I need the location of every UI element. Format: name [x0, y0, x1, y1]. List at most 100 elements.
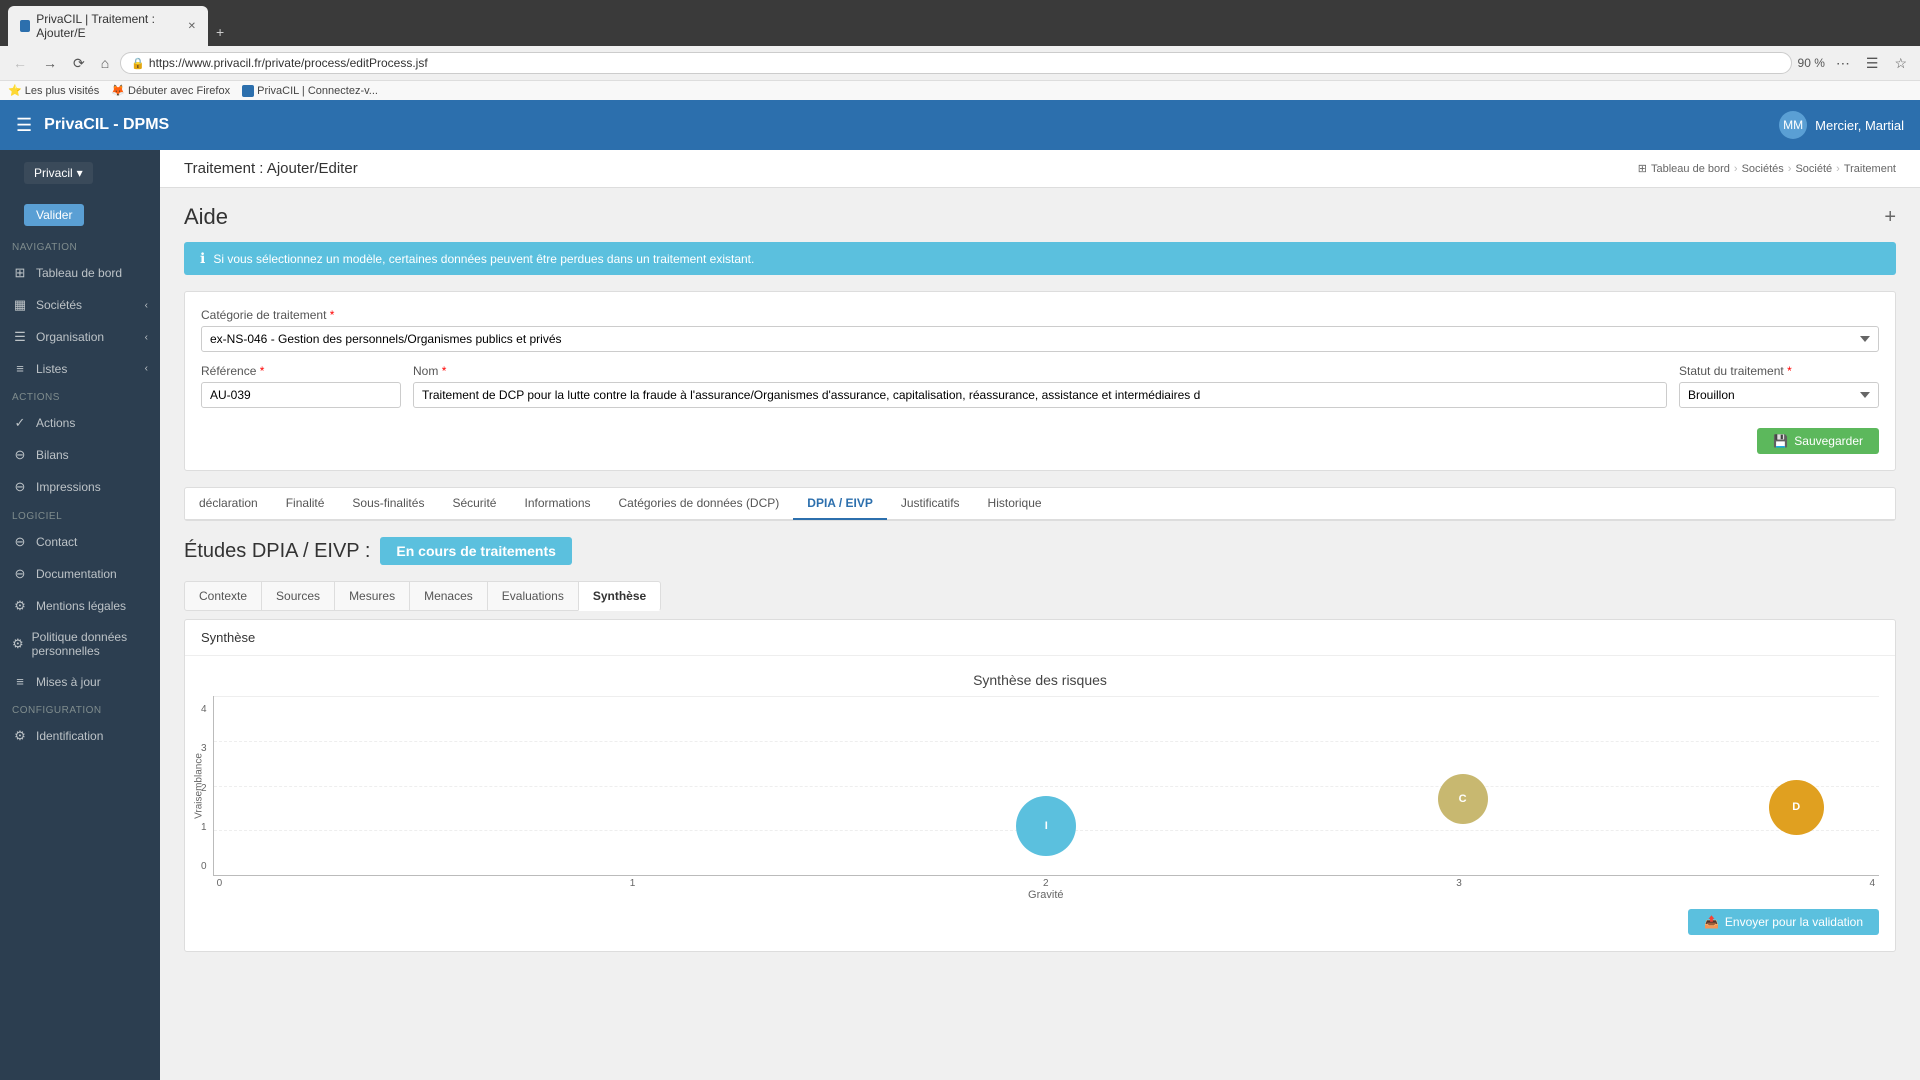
bookmark-firefox[interactable]: 🦊 Débuter avec Firefox	[111, 84, 230, 97]
x-label-1: 1	[630, 878, 636, 889]
reference-col: Référence *	[201, 364, 401, 420]
bookmark-visited[interactable]: ⭐ Les plus visités	[8, 84, 99, 97]
nom-input[interactable]	[413, 382, 1667, 408]
sidebar-item-societes[interactable]: ▦ Sociétés ‹	[0, 289, 160, 321]
save-button[interactable]: 💾 Sauvegarder	[1757, 428, 1879, 454]
send-icon: 📤	[1704, 915, 1719, 929]
sidebar-item-identification[interactable]: ⚙ Identification	[0, 720, 160, 752]
sidebar-item-politique[interactable]: ⚙ Politique données personnelles	[0, 622, 160, 666]
menu-button[interactable]: ⋯	[1831, 53, 1855, 74]
x-label-2: 2	[1043, 878, 1049, 889]
tab-declaration[interactable]: déclaration	[185, 488, 272, 520]
home-button[interactable]: ⌂	[96, 53, 114, 73]
zoom-level: 90 %	[1798, 56, 1825, 70]
reader-button[interactable]: ☰	[1861, 53, 1884, 74]
bubble-C: C	[1438, 774, 1488, 824]
sub-tab-evaluations[interactable]: Evaluations	[487, 581, 579, 611]
breadcrumb-home-icon: ⊞	[1638, 162, 1647, 175]
logiciel-section-label: Logiciel	[0, 503, 160, 526]
tab-justificatifs[interactable]: Justificatifs	[887, 488, 974, 520]
forward-button[interactable]: →	[38, 53, 62, 73]
tab-finalite[interactable]: Finalité	[272, 488, 339, 520]
back-button[interactable]: ←	[8, 53, 32, 73]
bubble-D: D	[1769, 780, 1824, 835]
sidebar-item-listes[interactable]: ≡ Listes ‹	[0, 353, 160, 384]
tab-title: PrivaCIL | Traitement : Ajouter/E	[36, 12, 181, 40]
y-label-4: 4	[201, 704, 207, 715]
sub-tab-sources[interactable]: Sources	[261, 581, 335, 611]
doc-icon: ⊖	[12, 566, 28, 582]
y-label-0: 0	[201, 861, 207, 872]
sidebar-item-tableau-de-bord[interactable]: ⊞ Tableau de bord	[0, 257, 160, 289]
tab-favicon	[20, 20, 30, 32]
firefox-icon: 🦊	[111, 84, 125, 97]
privacil-dropdown[interactable]: Privacil ▾	[24, 162, 93, 184]
policy-icon: ⚙	[12, 636, 24, 652]
bookmark-button[interactable]: ☆	[1889, 53, 1912, 74]
check-icon: ✓	[12, 415, 28, 431]
hamburger-button[interactable]: ☰	[16, 115, 32, 136]
tab-historique[interactable]: Historique	[974, 488, 1056, 520]
browser-tab[interactable]: PrivaCIL | Traitement : Ajouter/E ✕	[8, 6, 208, 46]
info-banner: ℹ Si vous sélectionnez un modèle, certai…	[184, 242, 1896, 275]
user-name: Mercier, Martial	[1815, 118, 1904, 133]
sub-tab-menaces[interactable]: Menaces	[409, 581, 488, 611]
dpia-status-badge[interactable]: En cours de traitements	[380, 537, 572, 565]
categorie-group: Catégorie de traitement * ex-NS-046 - Ge…	[201, 308, 1879, 352]
add-button[interactable]: +	[1884, 206, 1896, 229]
sidebar-item-bilans[interactable]: ⊖ Bilans	[0, 439, 160, 471]
valider-button[interactable]: Valider	[24, 204, 84, 226]
refresh-button[interactable]: ⟳	[68, 53, 90, 74]
url-bar[interactable]: 🔒 https://www.privacil.fr/private/proces…	[120, 52, 1791, 74]
page-header: Traitement : Ajouter/Editer ⊞ Tableau de…	[160, 150, 1920, 188]
chevron-right-icon: ‹	[145, 300, 148, 311]
sub-tab-synthese[interactable]: Synthèse	[578, 581, 661, 611]
sidebar-item-contact[interactable]: ⊖ Contact	[0, 526, 160, 558]
bookmark-icon: ⭐	[8, 84, 22, 97]
reference-input[interactable]	[201, 382, 401, 408]
breadcrumb: ⊞ Tableau de bord › Sociétés › Société ›…	[1638, 162, 1896, 175]
sub-tab-mesures[interactable]: Mesures	[334, 581, 410, 611]
synthese-body: Synthèse des risques 4 3 2 1 0	[185, 656, 1895, 951]
dpia-title: Études DPIA / EIVP : En cours de traitem…	[184, 537, 1896, 565]
actions-section-label: Actions	[0, 384, 160, 407]
sidebar-item-documentation[interactable]: ⊖ Documentation	[0, 558, 160, 590]
sub-tab-contexte[interactable]: Contexte	[184, 581, 262, 611]
x-axis-label: Gravité	[213, 889, 1879, 901]
main-content: Traitement : Ajouter/Editer ⊞ Tableau de…	[160, 150, 1920, 1080]
tab-dpia-eivp[interactable]: DPIA / EIVP	[793, 488, 887, 520]
tab-informations[interactable]: Informations	[510, 488, 604, 520]
close-tab-button[interactable]: ✕	[188, 21, 196, 32]
nav-section-label: Navigation	[0, 234, 160, 257]
app-brand: PrivaCIL - DPMS	[44, 116, 169, 134]
sidebar-item-organisation[interactable]: ☰ Organisation ‹	[0, 321, 160, 353]
synthese-box: Synthèse Synthèse des risques 4 3 2	[184, 619, 1896, 952]
tab-sous-finalites[interactable]: Sous-finalités	[338, 488, 438, 520]
sidebar-item-actions[interactable]: ✓ Actions	[0, 407, 160, 439]
privacil-favicon	[242, 85, 254, 97]
categorie-select[interactable]: ex-NS-046 - Gestion des personnels/Organ…	[201, 326, 1879, 352]
chevron-right-icon-3: ‹	[145, 363, 148, 374]
tab-securite[interactable]: Sécurité	[438, 488, 510, 520]
breadcrumb-sep-1: ›	[1734, 163, 1738, 175]
y-label-1: 1	[201, 822, 207, 833]
bookmark-privacil[interactable]: PrivaCIL | Connectez-v...	[242, 84, 378, 97]
user-info: MM Mercier, Martial	[1779, 111, 1904, 139]
building-icon: ▦	[12, 297, 28, 313]
sidebar-item-mises-a-jour[interactable]: ≡ Mises à jour	[0, 666, 160, 697]
send-validation-button[interactable]: 📤 Envoyer pour la validation	[1688, 909, 1879, 935]
sidebar-item-impressions[interactable]: ⊖ Impressions	[0, 471, 160, 503]
info-icon: ℹ	[200, 250, 205, 267]
user-avatar: MM	[1779, 111, 1807, 139]
statut-col: Statut du traitement * Brouillon	[1679, 364, 1879, 420]
config-section-label: Configuration	[0, 697, 160, 720]
legal-icon: ⚙	[12, 598, 28, 614]
nom-label: Nom *	[413, 364, 1667, 378]
tab-categories-donnees[interactable]: Catégories de données (DCP)	[605, 488, 794, 520]
sidebar-item-mentions-legales[interactable]: ⚙ Mentions légales	[0, 590, 160, 622]
new-tab-button[interactable]: +	[208, 18, 232, 46]
grid-icon: ⊞	[12, 265, 28, 281]
print-icon: ⊖	[12, 479, 28, 495]
y-axis-label: Vraisemblance	[193, 753, 204, 819]
statut-select[interactable]: Brouillon	[1679, 382, 1879, 408]
